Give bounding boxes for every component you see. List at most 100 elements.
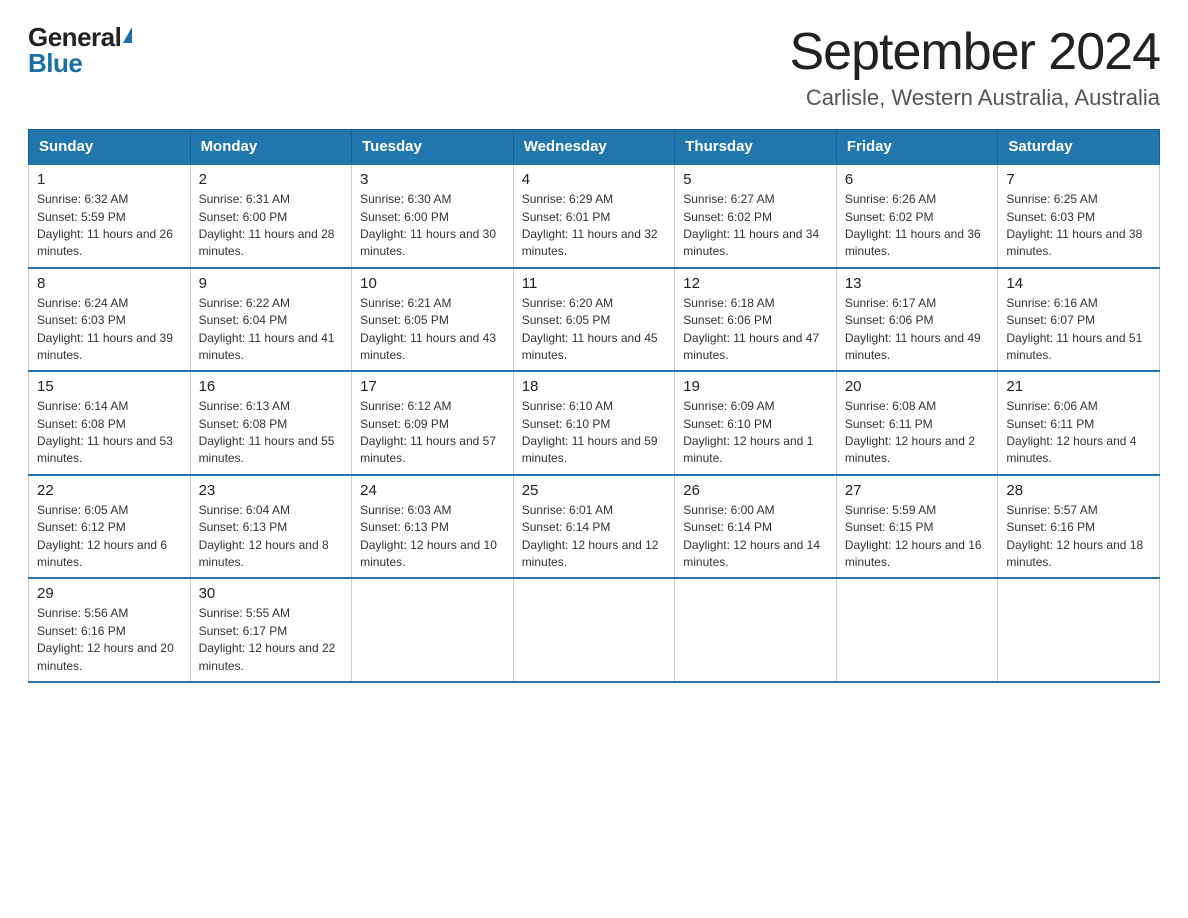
calendar-cell: 22 Sunrise: 6:05 AMSunset: 6:12 PMDayligh…: [29, 475, 191, 579]
day-info: Sunrise: 6:18 AMSunset: 6:06 PMDaylight:…: [683, 295, 828, 365]
day-number: 20: [845, 378, 990, 395]
day-info: Sunrise: 6:29 AMSunset: 6:01 PMDaylight:…: [522, 191, 667, 261]
calendar-cell: 5 Sunrise: 6:27 AMSunset: 6:02 PMDaylight…: [675, 164, 837, 268]
header-friday: Friday: [836, 130, 998, 165]
title-block: September 2024 Carlisle, Western Austral…: [790, 24, 1161, 111]
week-row-2: 8Sunrise: 6:24 AMSunset: 6:03 PMDaylight…: [29, 268, 1160, 372]
day-number: 2: [199, 171, 344, 188]
day-number: 23: [199, 482, 344, 499]
day-info: Sunrise: 6:09 AMSunset: 6:10 PMDaylight:…: [683, 398, 828, 468]
calendar-cell: 24 Sunrise: 6:03 AMSunset: 6:13 PMDayligh…: [352, 475, 514, 579]
day-info: Sunrise: 6:14 AMSunset: 6:08 PMDaylight:…: [37, 398, 182, 468]
calendar-cell: 16Sunrise: 6:13 AMSunset: 6:08 PMDayligh…: [190, 371, 352, 475]
header-monday: Monday: [190, 130, 352, 165]
day-info: Sunrise: 6:20 AMSunset: 6:05 PMDaylight:…: [522, 295, 667, 365]
day-info: Sunrise: 5:55 AMSunset: 6:17 PMDaylight:…: [199, 605, 344, 675]
day-number: 21: [1006, 378, 1151, 395]
day-number: 5: [683, 171, 828, 188]
calendar-cell: 30 Sunrise: 5:55 AMSunset: 6:17 PMDayligh…: [190, 578, 352, 682]
header-saturday: Saturday: [998, 130, 1160, 165]
calendar-cell: 17 Sunrise: 6:12 AMSunset: 6:09 PMDayligh…: [352, 371, 514, 475]
header-tuesday: Tuesday: [352, 130, 514, 165]
day-info: Sunrise: 6:17 AMSunset: 6:06 PMDaylight:…: [845, 295, 990, 365]
logo-triangle-icon: [123, 27, 132, 43]
day-info: Sunrise: 6:06 AMSunset: 6:11 PMDaylight:…: [1006, 398, 1151, 468]
calendar-cell: 6 Sunrise: 6:26 AMSunset: 6:02 PMDaylight…: [836, 164, 998, 268]
calendar-cell: 18 Sunrise: 6:10 AMSunset: 6:10 PMDayligh…: [513, 371, 675, 475]
calendar-cell: 7Sunrise: 6:25 AMSunset: 6:03 PMDaylight…: [998, 164, 1160, 268]
header-thursday: Thursday: [675, 130, 837, 165]
location-subtitle: Carlisle, Western Australia, Australia: [790, 85, 1161, 111]
logo-general: General: [28, 24, 121, 50]
calendar-cell: 11 Sunrise: 6:20 AMSunset: 6:05 PMDayligh…: [513, 268, 675, 372]
calendar-cell: 27 Sunrise: 5:59 AMSunset: 6:15 PMDayligh…: [836, 475, 998, 579]
day-number: 14: [1006, 275, 1151, 292]
week-row-3: 15 Sunrise: 6:14 AMSunset: 6:08 PMDayligh…: [29, 371, 1160, 475]
day-number: 7: [1006, 171, 1151, 188]
day-number: 18: [522, 378, 667, 395]
day-number: 26: [683, 482, 828, 499]
calendar-cell: [836, 578, 998, 682]
day-number: 16: [199, 378, 344, 395]
calendar-cell: 9Sunrise: 6:22 AMSunset: 6:04 PMDaylight…: [190, 268, 352, 372]
day-number: 19: [683, 378, 828, 395]
day-number: 24: [360, 482, 505, 499]
day-number: 30: [199, 585, 344, 602]
calendar-cell: [998, 578, 1160, 682]
calendar-cell: 28 Sunrise: 5:57 AMSunset: 6:16 PMDayligh…: [998, 475, 1160, 579]
day-info: Sunrise: 6:01 AMSunset: 6:14 PMDaylight:…: [522, 502, 667, 572]
day-info: Sunrise: 6:31 AMSunset: 6:00 PMDaylight:…: [199, 191, 344, 261]
calendar-cell: [352, 578, 514, 682]
day-info: Sunrise: 6:21 AMSunset: 6:05 PMDaylight:…: [360, 295, 505, 365]
day-number: 22: [37, 482, 182, 499]
day-info: Sunrise: 6:10 AMSunset: 6:10 PMDaylight:…: [522, 398, 667, 468]
calendar-cell: 1Sunrise: 6:32 AMSunset: 5:59 PMDaylight…: [29, 164, 191, 268]
calendar-cell: 15 Sunrise: 6:14 AMSunset: 6:08 PMDayligh…: [29, 371, 191, 475]
calendar-cell: 29Sunrise: 5:56 AMSunset: 6:16 PMDayligh…: [29, 578, 191, 682]
calendar-cell: 26 Sunrise: 6:00 AMSunset: 6:14 PMDayligh…: [675, 475, 837, 579]
day-info: Sunrise: 6:32 AMSunset: 5:59 PMDaylight:…: [37, 191, 182, 261]
day-number: 28: [1006, 482, 1151, 499]
day-info: Sunrise: 5:59 AMSunset: 6:15 PMDaylight:…: [845, 502, 990, 572]
day-number: 6: [845, 171, 990, 188]
week-row-4: 22 Sunrise: 6:05 AMSunset: 6:12 PMDayligh…: [29, 475, 1160, 579]
calendar-cell: [513, 578, 675, 682]
day-info: Sunrise: 6:27 AMSunset: 6:02 PMDaylight:…: [683, 191, 828, 261]
day-number: 27: [845, 482, 990, 499]
calendar-cell: 10Sunrise: 6:21 AMSunset: 6:05 PMDayligh…: [352, 268, 514, 372]
calendar-cell: 2 Sunrise: 6:31 AMSunset: 6:00 PMDaylight…: [190, 164, 352, 268]
day-number: 17: [360, 378, 505, 395]
calendar-cell: 20 Sunrise: 6:08 AMSunset: 6:11 PMDayligh…: [836, 371, 998, 475]
calendar-table: SundayMondayTuesdayWednesdayThursdayFrid…: [28, 129, 1160, 683]
day-number: 15: [37, 378, 182, 395]
day-info: Sunrise: 6:16 AMSunset: 6:07 PMDaylight:…: [1006, 295, 1151, 365]
day-info: Sunrise: 6:04 AMSunset: 6:13 PMDaylight:…: [199, 502, 344, 572]
day-number: 29: [37, 585, 182, 602]
day-number: 8: [37, 275, 182, 292]
page-header: General Blue September 2024 Carlisle, We…: [28, 24, 1160, 111]
logo-blue: Blue: [28, 50, 82, 76]
day-number: 11: [522, 275, 667, 292]
day-info: Sunrise: 6:26 AMSunset: 6:02 PMDaylight:…: [845, 191, 990, 261]
calendar-header-row: SundayMondayTuesdayWednesdayThursdayFrid…: [29, 130, 1160, 165]
calendar-cell: 8Sunrise: 6:24 AMSunset: 6:03 PMDaylight…: [29, 268, 191, 372]
calendar-cell: 14 Sunrise: 6:16 AMSunset: 6:07 PMDayligh…: [998, 268, 1160, 372]
calendar-cell: [675, 578, 837, 682]
day-info: Sunrise: 6:22 AMSunset: 6:04 PMDaylight:…: [199, 295, 344, 365]
day-info: Sunrise: 6:03 AMSunset: 6:13 PMDaylight:…: [360, 502, 505, 572]
calendar-cell: 19 Sunrise: 6:09 AMSunset: 6:10 PMDayligh…: [675, 371, 837, 475]
day-info: Sunrise: 6:08 AMSunset: 6:11 PMDaylight:…: [845, 398, 990, 468]
day-info: Sunrise: 6:05 AMSunset: 6:12 PMDaylight:…: [37, 502, 182, 572]
day-info: Sunrise: 6:30 AMSunset: 6:00 PMDaylight:…: [360, 191, 505, 261]
day-info: Sunrise: 5:57 AMSunset: 6:16 PMDaylight:…: [1006, 502, 1151, 572]
logo: General Blue: [28, 24, 132, 76]
calendar-cell: 4Sunrise: 6:29 AMSunset: 6:01 PMDaylight…: [513, 164, 675, 268]
calendar-cell: 25Sunrise: 6:01 AMSunset: 6:14 PMDayligh…: [513, 475, 675, 579]
day-info: Sunrise: 6:12 AMSunset: 6:09 PMDaylight:…: [360, 398, 505, 468]
day-info: Sunrise: 6:00 AMSunset: 6:14 PMDaylight:…: [683, 502, 828, 572]
day-number: 3: [360, 171, 505, 188]
calendar-cell: 3 Sunrise: 6:30 AMSunset: 6:00 PMDaylight…: [352, 164, 514, 268]
week-row-5: 29Sunrise: 5:56 AMSunset: 6:16 PMDayligh…: [29, 578, 1160, 682]
calendar-cell: 13Sunrise: 6:17 AMSunset: 6:06 PMDayligh…: [836, 268, 998, 372]
calendar-cell: 23 Sunrise: 6:04 AMSunset: 6:13 PMDayligh…: [190, 475, 352, 579]
